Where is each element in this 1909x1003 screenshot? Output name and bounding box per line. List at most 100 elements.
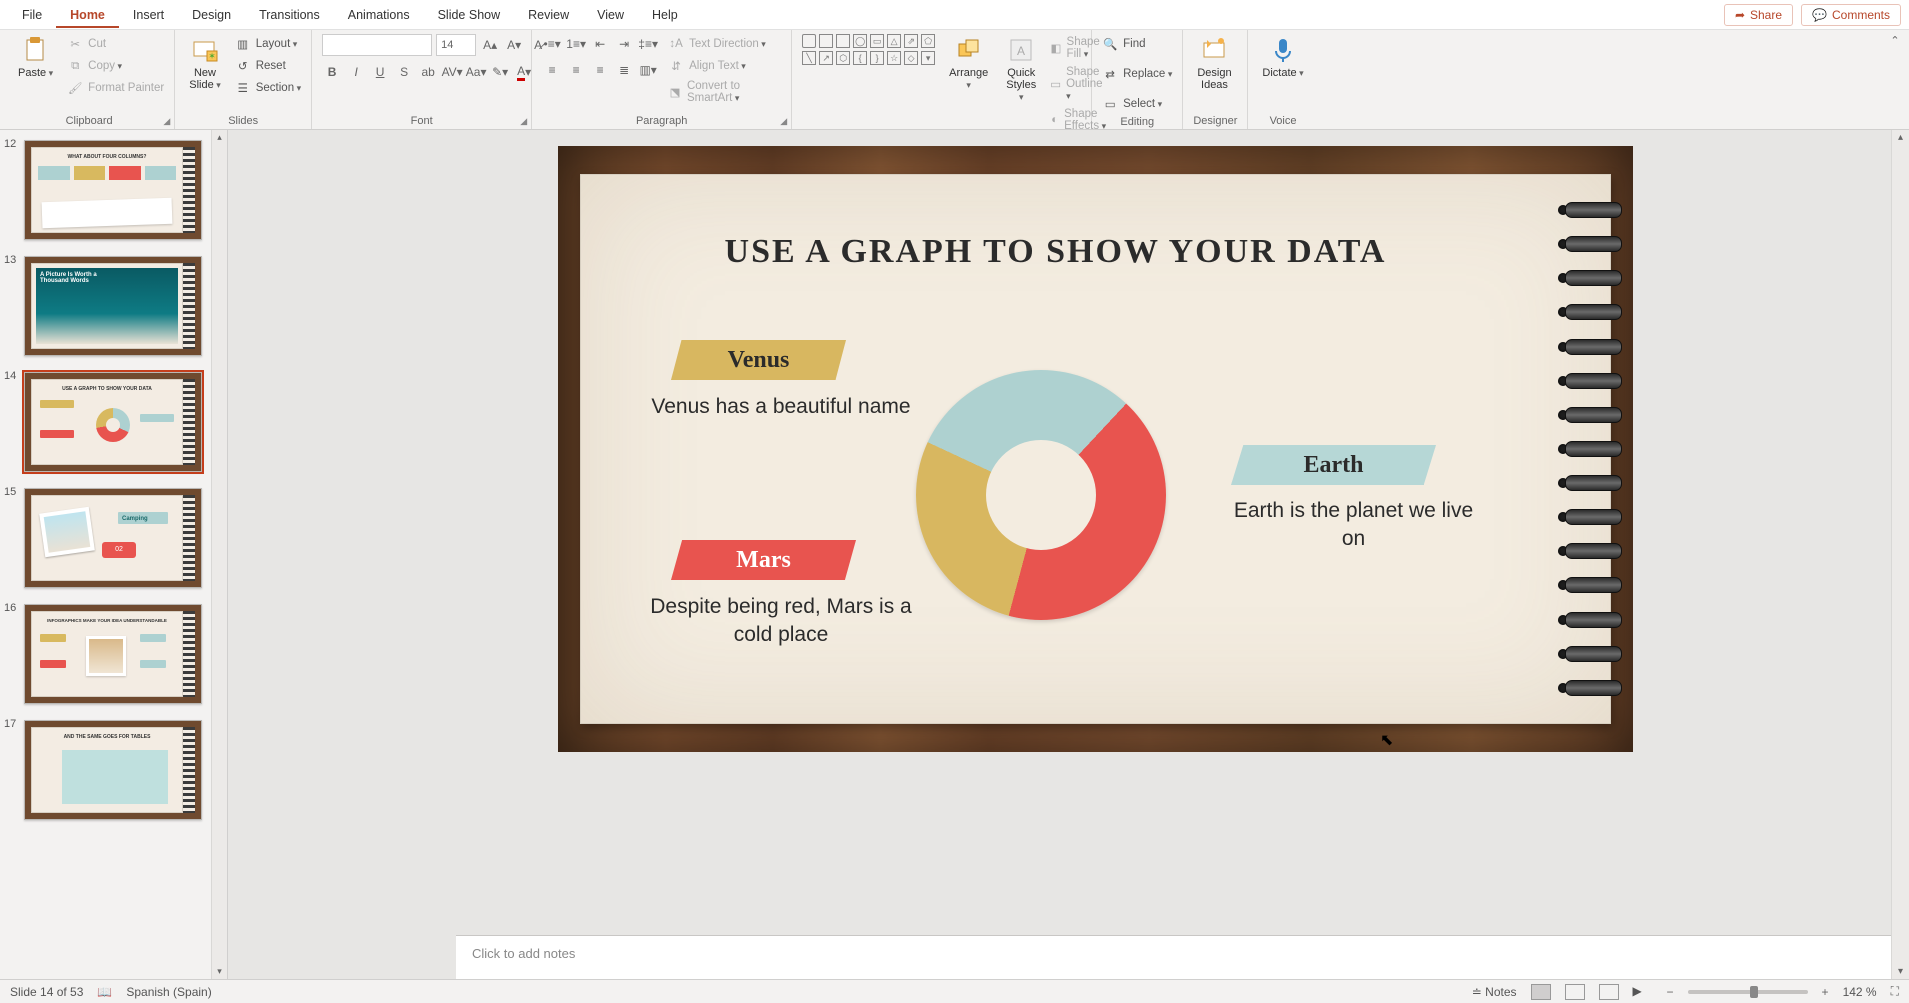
- strike-button[interactable]: S: [394, 62, 414, 82]
- highlight-button[interactable]: ✎▾: [490, 62, 510, 82]
- slide-title[interactable]: USE A GRAPH TO SHOW YOUR DATA: [581, 233, 1530, 271]
- tab-transitions[interactable]: Transitions: [245, 2, 334, 28]
- tab-animations[interactable]: Animations: [334, 2, 424, 28]
- dictate-button[interactable]: Dictate: [1258, 34, 1307, 81]
- cut-button[interactable]: ✂Cut: [67, 34, 164, 54]
- tab-insert[interactable]: Insert: [119, 2, 178, 28]
- paste-button[interactable]: Paste: [14, 34, 57, 81]
- arrange-button[interactable]: Arrange: [945, 34, 992, 93]
- font-size-select[interactable]: [436, 34, 476, 56]
- paragraph-dialog-launcher[interactable]: ◢: [780, 116, 787, 127]
- align-text-button[interactable]: ⇵Align Text: [668, 56, 781, 76]
- slide-thumbnail-13[interactable]: 13 A Picture Is Worth aThousand Words: [0, 246, 209, 362]
- label-venus[interactable]: Venus: [671, 340, 846, 380]
- notes-toggle[interactable]: ≐ Notes: [1472, 985, 1517, 999]
- format-painter-button[interactable]: 🖌Format Painter: [67, 78, 164, 98]
- align-left-button[interactable]: ≡: [542, 60, 562, 80]
- slide-thumbnail-15[interactable]: 15 Camping02: [0, 478, 209, 594]
- view-sorter-button[interactable]: [1565, 984, 1585, 1000]
- new-slide-button[interactable]: ✶ New Slide: [185, 34, 225, 93]
- editor-scrollbar[interactable]: ▴▾: [1891, 130, 1909, 979]
- replace-button[interactable]: ⇄Replace: [1102, 64, 1172, 84]
- tab-view[interactable]: View: [583, 2, 638, 28]
- collapse-ribbon-button[interactable]: ⌃: [1885, 30, 1905, 129]
- fit-to-window-button[interactable]: ⛶: [1891, 984, 1899, 999]
- reset-button[interactable]: ↺Reset: [235, 56, 301, 76]
- thumb-number: 15: [4, 486, 16, 498]
- shadow-button[interactable]: ab: [418, 62, 438, 82]
- numbering-button[interactable]: 1≡▾: [566, 34, 586, 54]
- line-spacing-button[interactable]: ‡≡▾: [638, 34, 658, 54]
- underline-button[interactable]: U: [370, 62, 390, 82]
- align-justify-button[interactable]: ≣: [614, 60, 634, 80]
- view-slideshow-button[interactable]: ▶: [1633, 984, 1653, 1000]
- spellcheck-icon[interactable]: 📖: [97, 985, 112, 999]
- bullets-button[interactable]: •≡▾: [542, 34, 562, 54]
- notes-toggle-label: Notes: [1485, 985, 1516, 999]
- tab-slideshow[interactable]: Slide Show: [424, 2, 515, 28]
- tab-review[interactable]: Review: [514, 2, 583, 28]
- change-case-button[interactable]: Aa▾: [466, 62, 486, 82]
- slide-thumbnail-16[interactable]: 16 INFOGRAPHICS MAKE YOUR IDEA UNDERSTAN…: [0, 594, 209, 710]
- convert-smartart-button[interactable]: ⬔Convert to SmartArt: [668, 78, 781, 106]
- shapes-gallery[interactable]: ◯▭△⇗⬠ ╲↗⬡{}☆◇▾: [802, 34, 935, 65]
- zoom-slider[interactable]: [1688, 990, 1808, 994]
- status-slide-number[interactable]: Slide 14 of 53: [10, 985, 83, 999]
- slide-editor[interactable]: USE A GRAPH TO SHOW YOUR DATA Venus Venu…: [228, 130, 1909, 979]
- clipboard-dialog-launcher[interactable]: ◢: [163, 116, 170, 127]
- share-button[interactable]: ➦Share: [1724, 4, 1793, 26]
- slide-thumbnail-14[interactable]: 14 USE A GRAPH TO SHOW YOUR DATA: [0, 362, 209, 478]
- bold-button[interactable]: B: [322, 62, 342, 82]
- brush-icon: 🖌: [67, 80, 83, 96]
- design-ideas-button[interactable]: Design Ideas: [1193, 34, 1235, 93]
- view-reading-button[interactable]: [1599, 984, 1619, 1000]
- find-button[interactable]: 🔍Find: [1102, 34, 1145, 54]
- scroll-down-icon[interactable]: ▾: [1898, 966, 1903, 977]
- tab-design[interactable]: Design: [178, 2, 245, 28]
- zoom-level[interactable]: 142 %: [1843, 985, 1877, 999]
- scroll-up-icon[interactable]: ▴: [217, 132, 222, 143]
- align-right-button[interactable]: ≡: [590, 60, 610, 80]
- tab-home[interactable]: Home: [56, 2, 119, 28]
- desc-earth[interactable]: Earth is the planet we live on: [1221, 497, 1486, 554]
- desc-mars[interactable]: Despite being red, Mars is a cold place: [636, 593, 926, 650]
- tab-help[interactable]: Help: [638, 2, 692, 28]
- font-dialog-launcher[interactable]: ◢: [520, 116, 527, 127]
- thumbnails-scrollbar[interactable]: ▴▾: [211, 130, 227, 979]
- grow-font-button[interactable]: A▴: [480, 35, 500, 55]
- label-mars[interactable]: Mars: [671, 540, 856, 580]
- copy-button[interactable]: ⧉Copy: [67, 56, 164, 76]
- zoom-out-button[interactable]: −: [1667, 985, 1674, 999]
- group-designer: Design Ideas Designer: [1183, 30, 1248, 129]
- indent-inc-button[interactable]: ⇥: [614, 34, 634, 54]
- scroll-up-icon[interactable]: ▴: [1898, 132, 1903, 143]
- slide-canvas[interactable]: USE A GRAPH TO SHOW YOUR DATA Venus Venu…: [558, 146, 1633, 752]
- select-button[interactable]: ▭Select: [1102, 94, 1162, 114]
- columns-button[interactable]: ▥▾: [638, 60, 658, 80]
- desc-venus[interactable]: Venus has a beautiful name: [651, 393, 911, 421]
- notes-placeholder[interactable]: Click to add notes: [472, 946, 575, 961]
- section-button[interactable]: ☰Section: [235, 78, 301, 98]
- notes-pane[interactable]: Click to add notes: [456, 935, 1909, 979]
- group-slides: ✶ New Slide ▥Layout ↺Reset ☰Section Slid…: [175, 30, 312, 129]
- slide-thumbnail-17[interactable]: 17 AND THE SAME GOES FOR TABLES: [0, 710, 209, 826]
- shrink-font-button[interactable]: A▾: [504, 35, 524, 55]
- scroll-down-icon[interactable]: ▾: [217, 966, 222, 977]
- slide-thumbnail-12[interactable]: 12 WHAT ABOUT FOUR COLUMNS?: [0, 130, 209, 246]
- zoom-in-button[interactable]: +: [1822, 985, 1829, 999]
- char-spacing-button[interactable]: AV▾: [442, 62, 462, 82]
- align-center-button[interactable]: ≡: [566, 60, 586, 80]
- donut-chart[interactable]: [916, 370, 1166, 620]
- font-family-select[interactable]: [322, 34, 432, 56]
- layout-button[interactable]: ▥Layout: [235, 34, 301, 54]
- tab-file[interactable]: File: [8, 2, 56, 28]
- comments-button[interactable]: 💬Comments: [1801, 4, 1901, 26]
- label-earth[interactable]: Earth: [1231, 445, 1436, 485]
- quick-styles-button[interactable]: A Quick Styles: [1002, 34, 1040, 105]
- indent-dec-button[interactable]: ⇤: [590, 34, 610, 54]
- view-normal-button[interactable]: [1531, 984, 1551, 1000]
- font-color-button[interactable]: A▾: [514, 62, 534, 82]
- text-direction-button[interactable]: ↕AText Direction: [668, 34, 781, 54]
- italic-button[interactable]: I: [346, 62, 366, 82]
- status-language[interactable]: Spanish (Spain): [126, 985, 211, 999]
